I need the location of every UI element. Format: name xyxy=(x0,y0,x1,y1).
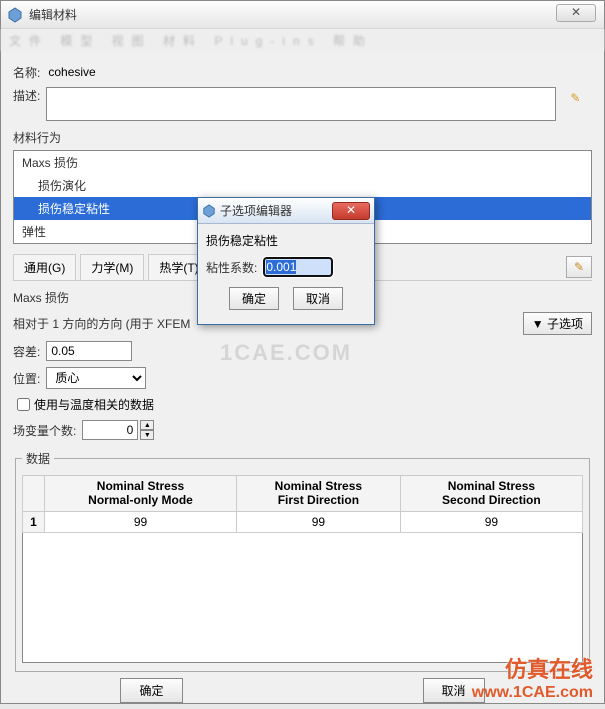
behavior-item-evolution[interactable]: 损伤演化 xyxy=(14,174,591,197)
watermark-mid: 1CAE.COM xyxy=(220,340,352,366)
edit-description-button[interactable]: ✎ xyxy=(564,87,586,109)
subdialog-title: 子选项编辑器 xyxy=(220,202,292,219)
menu-row-blurred: 文件 模型 视图 材料 Plug-ins 帮助 xyxy=(1,29,604,51)
fieldvar-spinner: ▲ ▼ xyxy=(140,420,154,440)
close-icon: ✕ xyxy=(571,5,581,19)
behavior-section-label: 材料行为 xyxy=(13,129,592,146)
subdialog-cancel-button[interactable]: 取消 xyxy=(293,287,343,310)
content-area: 名称: 描述: ✎ 材料行为 Maxs 损伤 损伤演化 损伤稳定粘性 弹性 通用… xyxy=(1,51,604,709)
watermark-url: www.1CAE.com xyxy=(472,684,593,702)
table-empty-area xyxy=(22,533,583,663)
ok-button[interactable]: 确定 xyxy=(120,678,182,703)
data-fieldset: 数据 Nominal StressNormal-only Mode Nomina… xyxy=(15,450,590,672)
tolerance-label: 容差: xyxy=(13,343,40,360)
app-icon xyxy=(7,7,23,23)
direction-label: 相对于 1 方向的方向 (用于 XFEM xyxy=(13,315,190,332)
position-select[interactable]: 质心 xyxy=(46,367,146,389)
tab-mechanical[interactable]: 力学(M) xyxy=(80,254,144,280)
name-label: 名称: xyxy=(13,64,40,81)
data-legend: 数据 xyxy=(22,450,54,467)
col-header-1: Nominal StressNormal-only Mode xyxy=(45,476,237,512)
behavior-item-maxs[interactable]: Maxs 损伤 xyxy=(14,151,591,174)
description-label: 描述: xyxy=(13,87,40,104)
subdialog-heading: 损伤稳定粘性 xyxy=(206,232,366,249)
table-row[interactable]: 1 99 99 99 xyxy=(23,511,583,532)
name-input[interactable] xyxy=(46,63,246,81)
row-number: 1 xyxy=(23,511,45,532)
watermark-logo: 仿真在线 xyxy=(505,652,593,684)
fieldvar-input[interactable] xyxy=(82,420,138,440)
app-icon xyxy=(202,204,216,218)
spinner-up-button[interactable]: ▲ xyxy=(140,420,154,430)
data-table[interactable]: Nominal StressNormal-only Mode Nominal S… xyxy=(22,475,583,533)
title-bar: 编辑材料 ✕ xyxy=(1,1,604,29)
row-number-header xyxy=(23,476,45,512)
tolerance-input[interactable] xyxy=(46,341,132,361)
col-header-3: Nominal StressSecond Direction xyxy=(400,476,582,512)
description-textarea[interactable] xyxy=(46,87,556,121)
table-cell[interactable]: 99 xyxy=(236,511,400,532)
temperature-checkbox-label: 使用与温度相关的数据 xyxy=(34,396,154,413)
position-label: 位置: xyxy=(13,370,40,387)
viscosity-coef-label: 粘性系数: xyxy=(206,259,257,276)
suboption-editor-dialog: 子选项编辑器 ✕ 损伤稳定粘性 粘性系数: 确定 取消 xyxy=(197,197,375,325)
close-button[interactable]: ✕ xyxy=(556,4,596,22)
viscosity-coef-input[interactable] xyxy=(263,257,333,277)
table-cell[interactable]: 99 xyxy=(45,511,237,532)
pencil-icon: ✎ xyxy=(574,260,584,274)
edit-behavior-button[interactable]: ✎ xyxy=(566,256,592,278)
window-title: 编辑材料 xyxy=(29,6,77,23)
temperature-checkbox[interactable] xyxy=(17,398,30,411)
subdialog-ok-button[interactable]: 确定 xyxy=(229,287,279,310)
subdialog-actions: 确定 取消 xyxy=(206,287,366,310)
subdialog-body: 损伤稳定粘性 粘性系数: 确定 取消 xyxy=(198,224,374,324)
subdialog-close-button[interactable]: ✕ xyxy=(332,202,370,220)
table-header-row: Nominal StressNormal-only Mode Nominal S… xyxy=(23,476,583,512)
spinner-down-button[interactable]: ▼ xyxy=(140,430,154,440)
close-icon: ✕ xyxy=(346,203,356,217)
subdialog-title-bar: 子选项编辑器 ✕ xyxy=(198,198,374,224)
col-header-2: Nominal StressFirst Direction xyxy=(236,476,400,512)
tab-general[interactable]: 通用(G) xyxy=(13,254,76,280)
suboption-button[interactable]: ▼ 子选项 xyxy=(523,312,592,335)
pencil-icon: ✎ xyxy=(570,91,580,105)
fieldvar-label: 场变量个数: xyxy=(13,422,76,439)
table-cell[interactable]: 99 xyxy=(400,511,582,532)
